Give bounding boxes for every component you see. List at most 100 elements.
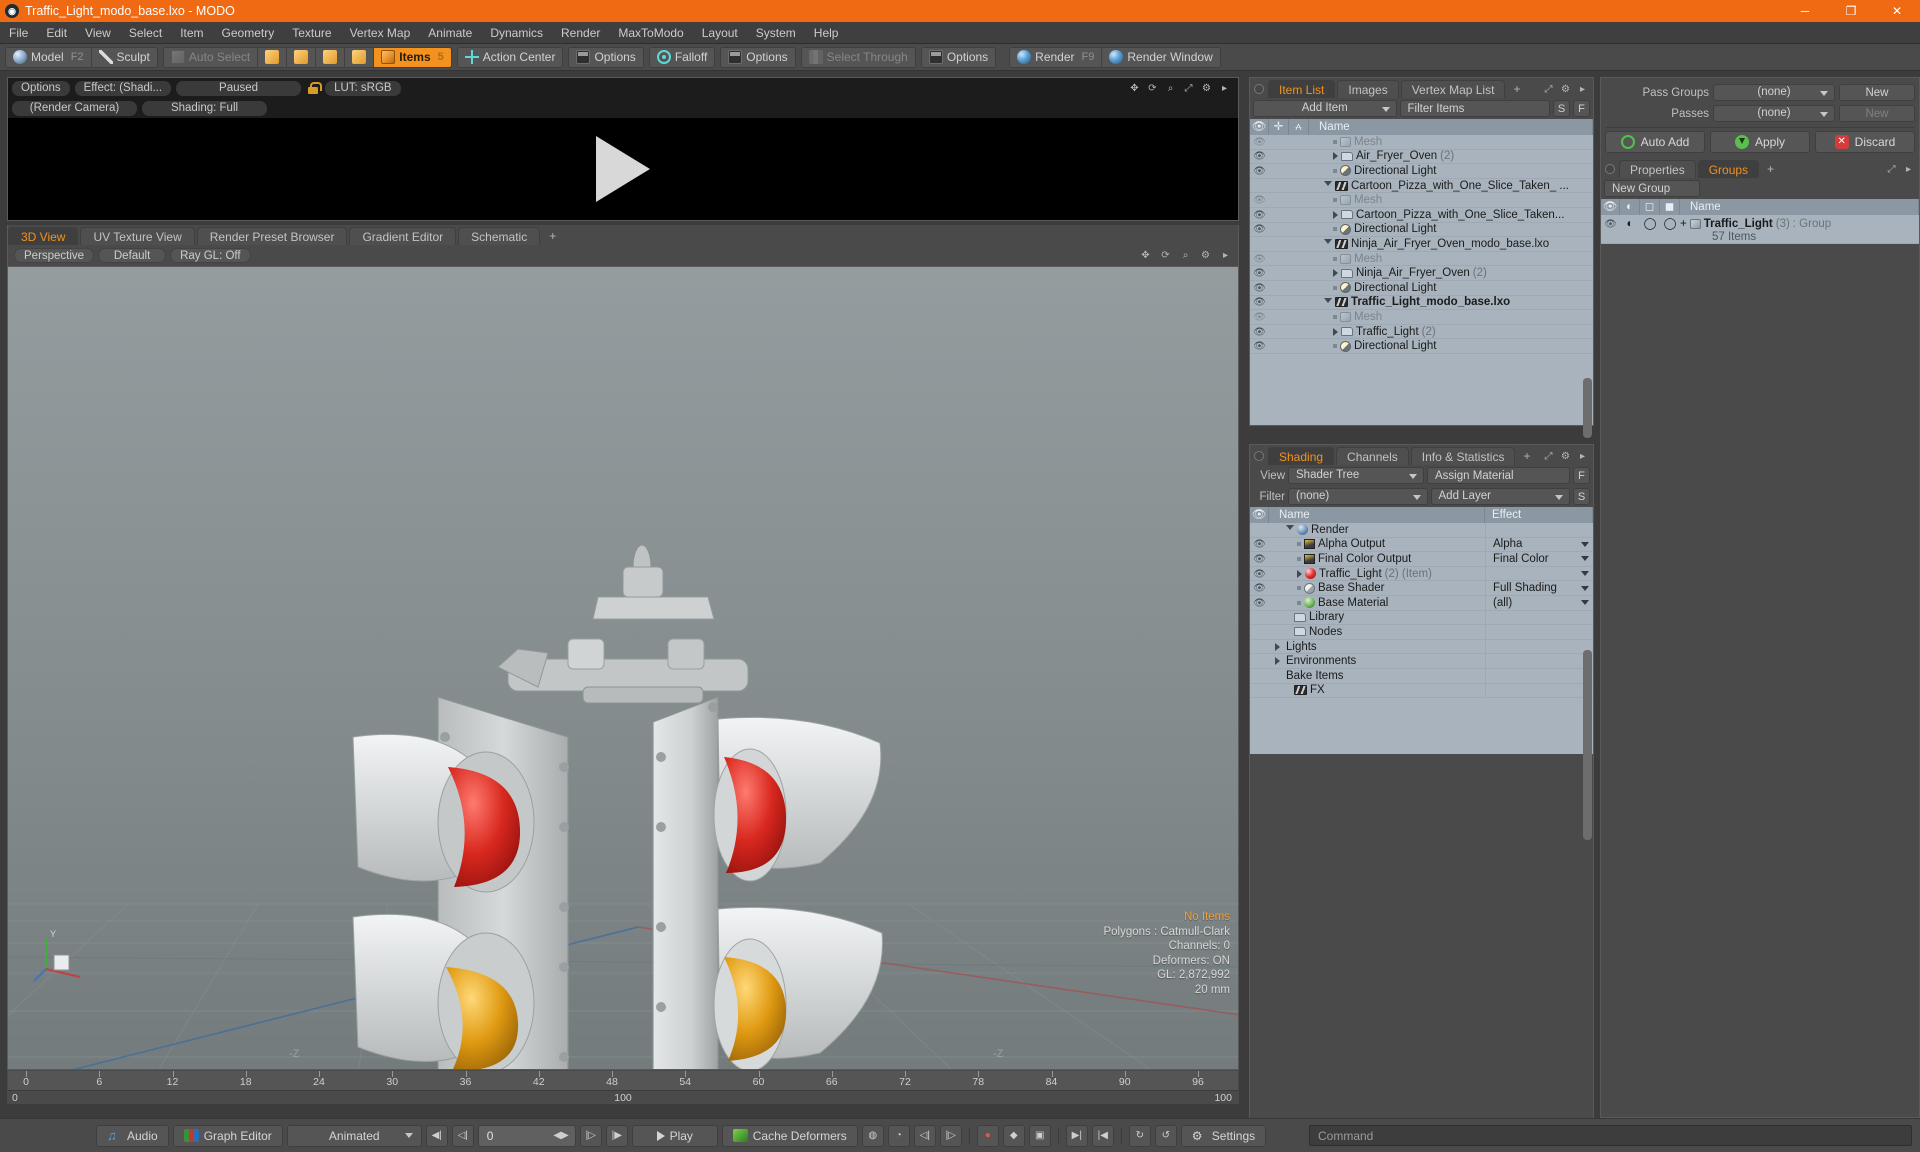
preview-effect-button[interactable]: Effect: (Shadi... [74, 80, 172, 96]
select-through-options-button[interactable]: Options [922, 48, 995, 67]
row-name-cell[interactable]: Nodes [1269, 626, 1485, 638]
expander-right-icon[interactable] [1333, 269, 1338, 278]
viewport-tab-3d-view[interactable]: 3D View [8, 227, 79, 245]
menu-maxtomodo[interactable]: MaxToModo [609, 22, 692, 44]
expander-down-icon[interactable] [1286, 525, 1294, 534]
row-visibility-toggle[interactable]: 👁 [1250, 582, 1269, 594]
preview-status-button[interactable]: Paused [176, 80, 302, 96]
row-name-cell[interactable]: Directional Light [1309, 282, 1593, 294]
row-visibility-toggle[interactable]: 👁 [1250, 553, 1269, 565]
table-row[interactable]: Nodes [1250, 624, 1593, 640]
row-visibility-toggle[interactable]: 👁 [1250, 209, 1269, 221]
viewport-tab-render-preset-browser[interactable]: Render Preset Browser [196, 227, 348, 245]
render-preview-canvas[interactable] [8, 118, 1238, 220]
group-render-vis-toggle[interactable]: ◐ [1620, 217, 1640, 231]
tab-groups[interactable]: Groups [1697, 160, 1760, 178]
table-row[interactable]: 👁 Traffic_Light (2) [1250, 325, 1593, 340]
chevron-right-icon[interactable]: ▸ [1220, 250, 1231, 261]
maximize-button[interactable]: ❐ [1828, 0, 1874, 22]
shading-filter-dropdown[interactable]: (none) [1288, 488, 1428, 505]
row-name-cell[interactable]: Final Color Output [1269, 553, 1485, 565]
group-expand-plus[interactable]: + [1680, 217, 1687, 231]
menu-dynamics[interactable]: Dynamics [481, 22, 552, 44]
onion-skin-button[interactable]: ◍ [861, 1124, 884, 1147]
add-item-dropdown[interactable]: Add Item [1253, 100, 1397, 117]
render-window-button[interactable]: Render Window [1102, 48, 1219, 67]
apply-button[interactable]: Apply [1710, 130, 1810, 153]
pass-groups-new-button[interactable]: New [1839, 84, 1915, 101]
tab-add-button[interactable]: + [1517, 447, 1536, 465]
expander-right-icon[interactable] [1297, 569, 1302, 578]
menu-vertex-map[interactable]: Vertex Map [341, 22, 420, 44]
table-row[interactable]: 👁 Mesh [1250, 135, 1593, 150]
preview-shading-button[interactable]: Shading: Full [142, 100, 267, 116]
command-input[interactable]: Command [1309, 1125, 1912, 1146]
row-name-cell[interactable]: Directional Light [1309, 223, 1593, 235]
row-effect-cell[interactable] [1485, 610, 1593, 625]
row-name-cell[interactable]: Mesh [1309, 136, 1593, 148]
reverse-button[interactable]: ↺ [1154, 1124, 1177, 1147]
row-name-cell[interactable]: Bake Items [1269, 670, 1485, 682]
3d-viewport[interactable]: -Z -Z Y No Items Polygons : Catmull-Clar… [7, 266, 1239, 1070]
row-name-cell[interactable]: Traffic_Light (2) [1309, 326, 1593, 338]
row-name-cell[interactable]: Render [1269, 524, 1485, 536]
current-frame-input[interactable]: 0 ◀▶ [477, 1124, 576, 1147]
table-row[interactable]: 👁 Air_Fryer_Oven (2) [1250, 150, 1593, 165]
chevron-right-icon[interactable]: ▸ [1903, 164, 1914, 175]
row-visibility-toggle[interactable]: 👁 [1250, 538, 1269, 550]
table-row[interactable]: 👁 Directional Light [1250, 164, 1593, 179]
animated-dropdown[interactable]: Animated [286, 1124, 422, 1147]
row-effect-cell[interactable] [1485, 523, 1593, 538]
table-row[interactable]: 👁 Directional Light [1250, 281, 1593, 296]
viewport-tab-gradient-editor[interactable]: Gradient Editor [349, 227, 457, 245]
expander-right-icon[interactable] [1275, 642, 1280, 651]
axis-gizmo[interactable]: Y [32, 925, 90, 983]
material-mode-button[interactable] [345, 47, 375, 67]
table-row[interactable]: 👁 Directional Light [1250, 223, 1593, 238]
go-to-end-button[interactable]: |▶ [605, 1124, 628, 1147]
row-name-cell[interactable]: FX [1269, 684, 1485, 696]
table-row[interactable]: 👁 Mesh [1250, 193, 1593, 208]
passes-dropdown[interactable]: (none) [1713, 105, 1835, 122]
row-visibility-toggle[interactable]: 👁 [1250, 194, 1269, 206]
row-name-cell[interactable]: Cartoon_Pizza_with_One_Slice_Taken_ ... [1309, 180, 1593, 192]
tab-item-list[interactable]: Item List [1268, 80, 1336, 98]
expander-down-icon[interactable] [1324, 181, 1332, 190]
row-effect-cell[interactable] [1485, 639, 1593, 654]
shader-tree-body[interactable]: Render 👁 Alpha Output Alpha 👁 Final Color Out… [1250, 523, 1593, 754]
close-button[interactable]: ✕ [1874, 0, 1920, 22]
row-effect-cell[interactable] [1485, 653, 1593, 669]
row-visibility-toggle[interactable]: 👁 [1250, 253, 1269, 265]
table-row[interactable]: Render [1250, 523, 1593, 538]
row-effect-cell[interactable] [1485, 624, 1593, 640]
menu-system[interactable]: System [747, 22, 805, 44]
item-list-f-button[interactable]: F [1573, 100, 1590, 117]
play-triangle-icon[interactable] [596, 136, 650, 202]
table-row[interactable]: 👁 Mesh [1250, 310, 1593, 325]
row-name-cell[interactable]: Mesh [1309, 194, 1593, 206]
row-name-cell[interactable]: Traffic_Light (2) (Item) [1269, 568, 1485, 580]
table-row[interactable]: 👁 Traffic_Light_modo_base.lxo [1250, 296, 1593, 311]
ghost-button[interactable]: ◔ [887, 1124, 910, 1147]
row-name-cell[interactable]: Directional Light [1309, 340, 1593, 352]
menu-layout[interactable]: Layout [693, 22, 747, 44]
item-list-scrollbar[interactable] [1583, 378, 1592, 438]
row-visibility-toggle[interactable]: 👁 [1250, 267, 1269, 279]
row-visibility-toggle[interactable]: 👁 [1250, 282, 1269, 294]
viewport-tab-uv-texture-view[interactable]: UV Texture View [80, 227, 195, 245]
row-name-cell[interactable]: Alpha Output [1269, 538, 1485, 550]
row-visibility-toggle[interactable]: 👁 [1250, 568, 1269, 580]
autokey-button[interactable]: ● [976, 1124, 999, 1147]
groups-body[interactable]: 👁 ◐ ◯ ◯ + Traffic_Light (3) : Group 57 I… [1601, 215, 1919, 244]
gear-icon[interactable]: ⚙ [1200, 250, 1211, 261]
shading-f-button[interactable]: F [1573, 467, 1590, 484]
row-name-cell[interactable]: Traffic_Light_modo_base.lxo [1309, 296, 1593, 308]
row-name-cell[interactable]: Lights [1269, 641, 1485, 653]
row-visibility-toggle[interactable]: 👁 [1250, 136, 1269, 148]
chevron-down-icon[interactable] [1581, 585, 1589, 591]
group-eye-toggle[interactable]: 👁 [1601, 217, 1620, 232]
chevron-down-icon[interactable] [1581, 556, 1589, 562]
tab-add-button[interactable]: + [1507, 80, 1526, 98]
menu-select[interactable]: Select [120, 22, 171, 44]
ruler-range-bar[interactable]: 0 100 100 [8, 1090, 1238, 1104]
